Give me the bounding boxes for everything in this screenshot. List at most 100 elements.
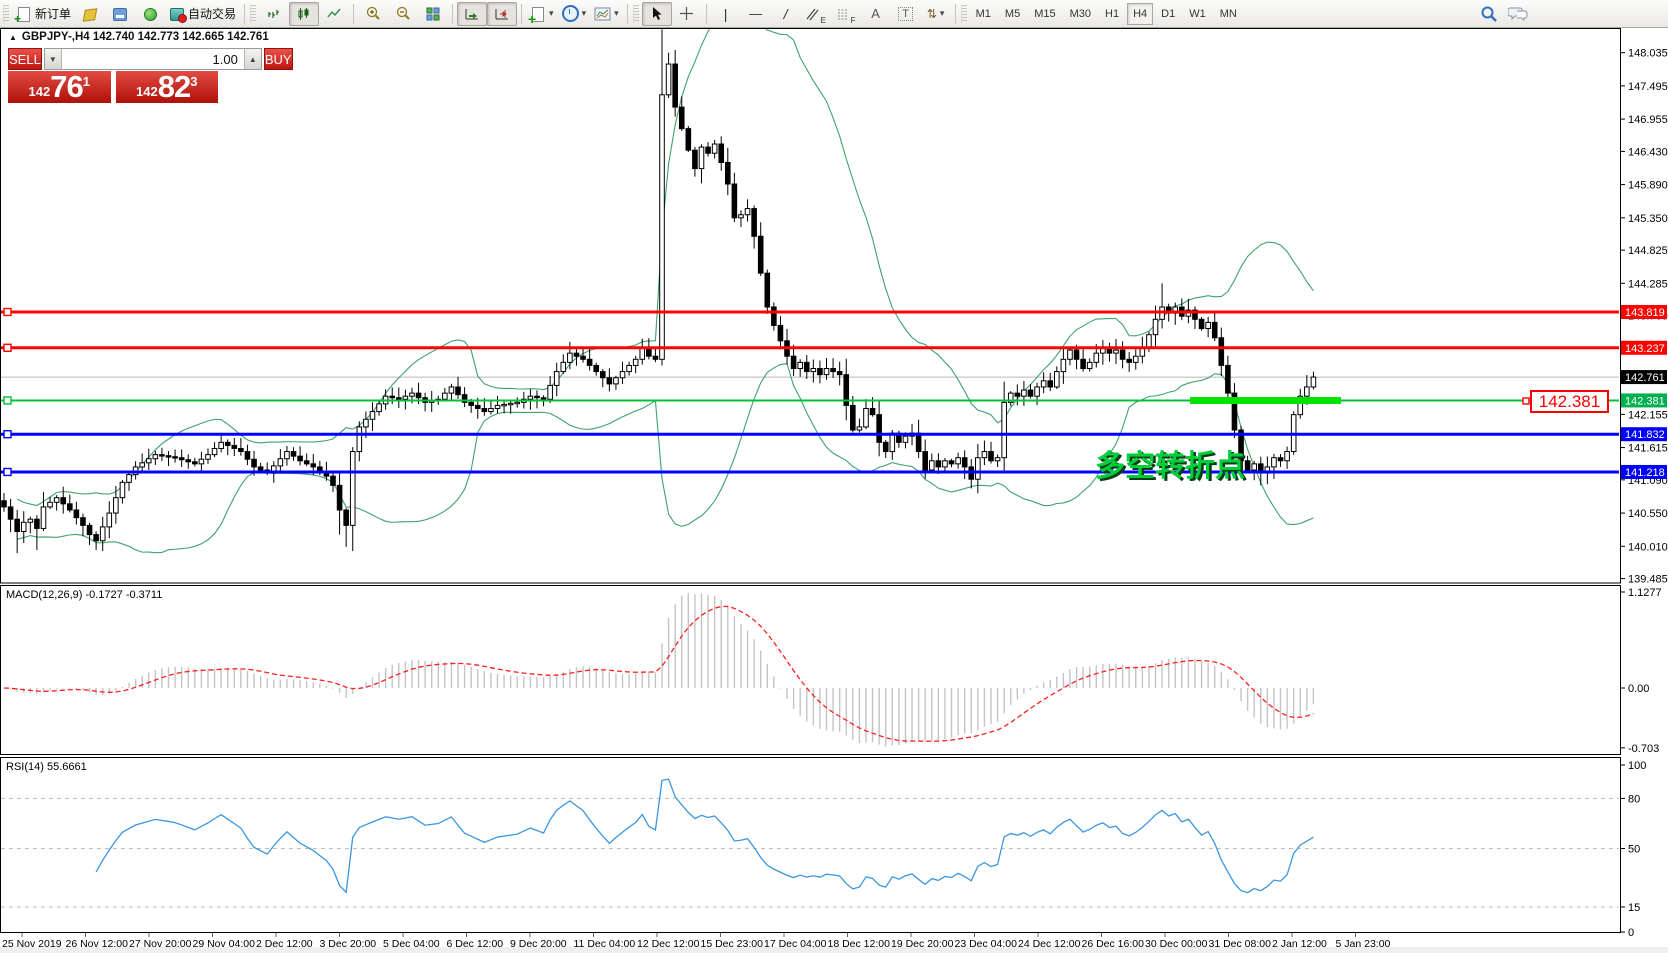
timeframe-button-M15[interactable]: M15 — [1028, 3, 1061, 25]
hline-anchor-143.819[interactable] — [4, 308, 11, 315]
timeframe-button-M1[interactable]: M1 — [970, 3, 997, 25]
toolbar-separator — [627, 4, 628, 24]
bar-chart-icon — [266, 6, 282, 22]
templates-button[interactable]: ▾ — [590, 2, 623, 26]
zoom-in-button[interactable] — [358, 2, 388, 26]
autotrading-button[interactable]: 自动交易 — [165, 2, 240, 26]
fibonacci-tool-button[interactable]: F — [831, 2, 861, 26]
indicators-button[interactable]: + ▾ — [526, 2, 558, 26]
arrows-tool-button[interactable]: ⇅ ▾ — [921, 2, 951, 26]
template-icon — [594, 7, 611, 21]
cursor-tool-button[interactable] — [642, 2, 672, 26]
market-watch-icon — [112, 6, 128, 22]
price-tick-label: 140.010 — [1628, 541, 1668, 553]
volume-increase-button[interactable]: ▲ — [244, 49, 261, 69]
price-tick-label: 144.285 — [1628, 278, 1668, 290]
toolbar-grip[interactable] — [3, 5, 9, 23]
price-tick-label: 140.550 — [1628, 508, 1668, 520]
collapse-panel-icon[interactable]: ▲ — [9, 33, 17, 42]
text-label-tool-button[interactable]: T — [891, 2, 921, 26]
chart-shift-button[interactable] — [487, 2, 517, 26]
timeframe-button-H4[interactable]: H4 — [1127, 3, 1153, 25]
dropdown-arrow-icon: ▾ — [582, 8, 587, 19]
price-tick-label: 139.485 — [1628, 574, 1668, 586]
timeframe-button-M30[interactable]: M30 — [1064, 3, 1097, 25]
depth-of-market-button[interactable] — [75, 2, 105, 26]
signals-icon — [142, 6, 158, 22]
price-tick-label: 144.825 — [1628, 245, 1668, 257]
timeframe-button-H1[interactable]: H1 — [1099, 3, 1125, 25]
dropdown-arrow-icon: ▾ — [614, 8, 619, 19]
price-tick-label: 145.890 — [1628, 180, 1668, 192]
trendline-tool-button[interactable]: / — [771, 2, 801, 26]
timeframe-button-MN[interactable]: MN — [1214, 3, 1243, 25]
equidistant-channel-tool-button[interactable]: E — [801, 2, 831, 26]
svg-text:141.832: 141.832 — [1625, 429, 1665, 441]
toolbar-grip[interactable] — [961, 5, 967, 23]
macd-tick-label: 1.1277 — [1628, 587, 1662, 599]
periods-button[interactable]: ▾ — [558, 2, 591, 26]
tile-windows-button[interactable] — [418, 2, 448, 26]
candlestick-chart-button[interactable] — [289, 2, 319, 26]
timeframe-button-D1[interactable]: D1 — [1155, 3, 1181, 25]
chat-icon[interactable] — [1508, 5, 1528, 22]
volume-input[interactable] — [62, 49, 244, 69]
zoom-out-button[interactable] — [388, 2, 418, 26]
price-tick-label: 142.155 — [1628, 409, 1668, 421]
horizontal-line-tool-button[interactable]: — — [741, 2, 771, 26]
sell-price-display[interactable]: 142761 — [8, 71, 111, 103]
buy-price-display[interactable]: 142823 — [116, 71, 219, 103]
symbol-ohlc-text: GBPJPY-,H4 142.740 142.773 142.665 142.7… — [22, 31, 269, 43]
hline-anchor-141.218[interactable] — [4, 468, 11, 475]
volume-decrease-button[interactable]: ▼ — [45, 49, 62, 69]
clock-icon — [562, 5, 579, 22]
price-tick-label: 146.430 — [1628, 146, 1668, 158]
auto-scroll-button[interactable] — [457, 2, 487, 26]
toolbar-separator — [706, 4, 707, 24]
svg-text:143.237: 143.237 — [1625, 343, 1665, 355]
text-tool-button[interactable]: A — [861, 2, 891, 26]
auto-scroll-icon — [464, 6, 480, 22]
line-chart-button[interactable] — [319, 2, 349, 26]
toolbar-separator — [955, 4, 956, 24]
sell-button[interactable]: SELL — [8, 48, 42, 70]
price-tick-label: 146.955 — [1628, 114, 1668, 126]
svg-text:142.761: 142.761 — [1625, 372, 1665, 384]
symbol-title[interactable]: ▲ GBPJPY-,H4 142.740 142.773 142.665 142… — [9, 31, 269, 43]
toolbar-separator — [244, 4, 245, 24]
timeframe-button-W1[interactable]: W1 — [1183, 3, 1212, 25]
vertical-line-tool-button[interactable]: | — [711, 2, 741, 26]
toolbar-grip[interactable] — [250, 5, 256, 23]
timeframe-button-M5[interactable]: M5 — [999, 3, 1026, 25]
hline-anchor-141.832[interactable] — [4, 431, 11, 438]
search-icon[interactable] — [1480, 5, 1498, 23]
annotation-text[interactable]: 多空转折点 — [1095, 450, 1245, 483]
one-click-trading-panel: SELL ▼ ▲ BUY 142761 142823 — [8, 48, 218, 103]
mt4-window: + 新订单 自动交易 — [0, 0, 1668, 953]
price-chart[interactable]: 多空转折点多空转折点142.381148.035147.495146.95514… — [0, 28, 1668, 953]
rsi-tick-label: 80 — [1628, 793, 1640, 805]
new-order-icon: + — [16, 6, 32, 22]
bottom-strip — [0, 947, 1668, 953]
crosshair-tool-button[interactable] — [672, 2, 702, 26]
price-callout-text: 142.381 — [1539, 392, 1600, 411]
chart-shift-icon — [494, 6, 510, 22]
toolbar-grip[interactable] — [633, 5, 639, 23]
buy-button[interactable]: BUY — [264, 48, 293, 70]
market-watch-button[interactable] — [105, 2, 135, 26]
hline-anchor-142.381[interactable] — [4, 397, 11, 404]
fibonacci-icon — [836, 7, 850, 21]
price-box-anchor[interactable] — [1523, 398, 1529, 404]
toolbar-separator — [452, 4, 453, 24]
svg-text:141.218: 141.218 — [1625, 467, 1665, 479]
new-order-button[interactable]: + 新订单 — [12, 2, 75, 26]
label-icon: T — [898, 7, 913, 21]
svg-text:142.381: 142.381 — [1625, 395, 1665, 407]
signals-button[interactable] — [135, 2, 165, 26]
price-tick-label: 148.035 — [1628, 48, 1668, 60]
bar-chart-button[interactable] — [259, 2, 289, 26]
rsi-tick-label: 0 — [1628, 927, 1634, 939]
timeframe-group: M1M5M15M30H1H4D1W1MN — [970, 3, 1243, 25]
hline-anchor-143.237[interactable] — [4, 344, 11, 351]
zoom-out-icon — [395, 5, 412, 22]
